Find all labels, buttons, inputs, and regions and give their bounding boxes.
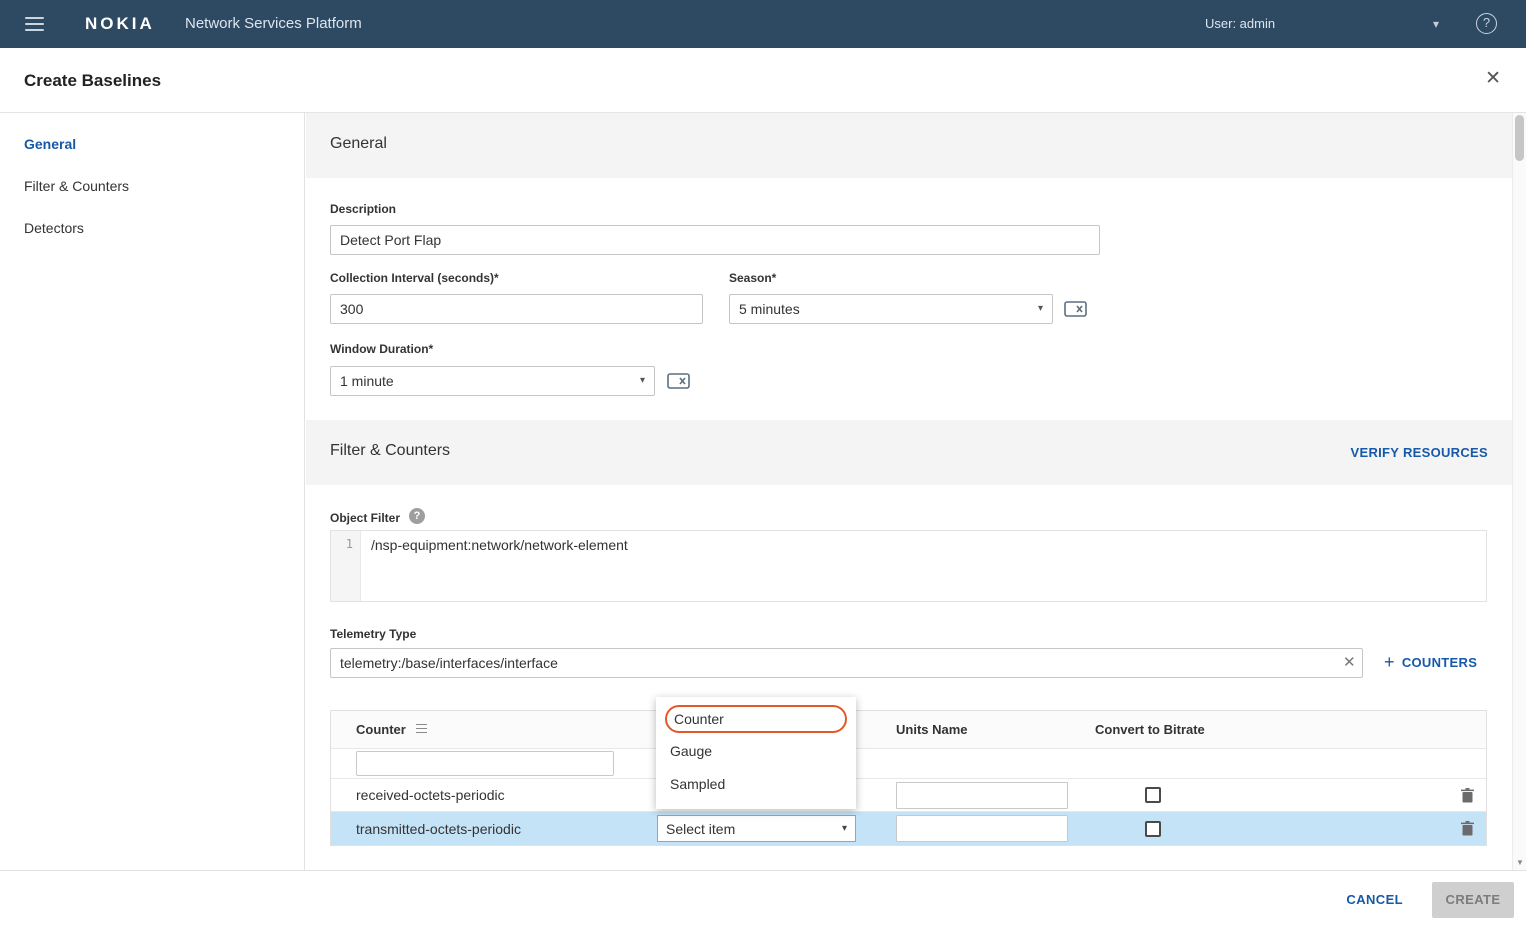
delete-row-icon[interactable]	[1461, 821, 1474, 836]
sidebar: General Filter & Counters Detectors	[0, 113, 305, 870]
column-menu-icon[interactable]	[416, 724, 427, 736]
type-select-caret-icon: ▾	[842, 823, 847, 834]
counter-filter-input[interactable]	[356, 751, 614, 776]
sidebar-item-general[interactable]: General	[0, 123, 304, 165]
description-label: Description	[330, 202, 396, 216]
units-name-input[interactable]	[896, 815, 1068, 842]
convert-bitrate-checkbox[interactable]	[1145, 821, 1161, 837]
menu-item-gauge[interactable]: Gauge	[656, 735, 856, 768]
plus-icon: +	[1384, 653, 1395, 671]
cancel-button[interactable]: CANCEL	[1346, 892, 1403, 907]
sidebar-item-detectors[interactable]: Detectors	[0, 207, 304, 249]
table-row-selected[interactable]: transmitted-octets-periodic Select item …	[331, 812, 1486, 845]
object-filter-help-icon[interactable]: ?	[409, 508, 425, 524]
type-dropdown-menu: Counter Gauge Sampled	[656, 697, 856, 809]
general-section-band: General	[306, 113, 1512, 178]
telemetry-type-input[interactable]	[330, 648, 1363, 678]
season-select[interactable]: 5 minutes ▾	[729, 294, 1053, 324]
convert-bitrate-column-header: Convert to Bitrate	[1087, 722, 1421, 737]
collection-interval-label: Collection Interval (seconds)*	[330, 271, 499, 285]
counter-column-header: Counter	[356, 722, 406, 737]
hamburger-menu-icon[interactable]	[25, 17, 44, 31]
table-filter-row	[331, 749, 1486, 779]
object-filter-editor[interactable]: 1 /nsp-equipment:network/network-element	[330, 530, 1487, 602]
object-filter-label: Object Filter	[330, 511, 400, 525]
page-header: Create Baselines ✕	[0, 48, 1526, 113]
filter-counters-section-title: Filter & Counters	[330, 442, 450, 460]
vertical-scrollbar[interactable]: ▼	[1512, 113, 1526, 870]
sidebar-item-filter-counters[interactable]: Filter & Counters	[0, 165, 304, 207]
description-input[interactable]	[330, 225, 1100, 255]
app-title: Network Services Platform	[185, 15, 362, 32]
create-button[interactable]: CREATE	[1432, 882, 1514, 918]
window-duration-select[interactable]: 1 minute ▾	[330, 366, 655, 396]
type-select[interactable]: Select item ▾	[657, 815, 856, 842]
user-menu-caret-icon[interactable]: ▾	[1433, 17, 1439, 31]
filter-counters-section-band: Filter & Counters VERIFY RESOURCES	[306, 420, 1512, 485]
type-select-placeholder: Select item	[666, 821, 735, 837]
editor-line-number: 1	[331, 531, 361, 601]
main-content: General Description Collection Interval …	[306, 113, 1512, 870]
page-title: Create Baselines	[24, 71, 161, 91]
collection-interval-input[interactable]	[330, 294, 703, 324]
season-label: Season*	[729, 271, 776, 285]
window-duration-label: Window Duration*	[330, 342, 433, 356]
footer-bar: CANCEL CREATE	[0, 870, 1526, 928]
units-name-input[interactable]	[896, 782, 1068, 809]
general-section-title: General	[330, 135, 387, 153]
object-filter-value[interactable]: /nsp-equipment:network/network-element	[361, 531, 1486, 601]
delete-row-icon[interactable]	[1461, 788, 1474, 803]
convert-bitrate-checkbox[interactable]	[1145, 787, 1161, 803]
season-selected-value: 5 minutes	[739, 301, 800, 317]
counters-table: Counter Units Name Convert to Bitrate re…	[330, 710, 1487, 846]
top-bar: NOKIA Network Services Platform User: ad…	[0, 0, 1526, 48]
nokia-logo: NOKIA	[85, 14, 155, 34]
close-icon[interactable]: ✕	[1485, 69, 1501, 88]
add-counters-button[interactable]: + COUNTERS	[1384, 653, 1477, 671]
menu-item-sampled[interactable]: Sampled	[656, 768, 856, 801]
add-counters-label: COUNTERS	[1402, 655, 1477, 670]
season-caret-icon: ▾	[1038, 295, 1043, 323]
counter-cell: transmitted-octets-periodic	[331, 821, 657, 837]
help-icon[interactable]: ?	[1476, 13, 1497, 34]
units-name-column-header: Units Name	[877, 722, 1087, 737]
counter-cell: received-octets-periodic	[331, 787, 657, 803]
telemetry-type-label: Telemetry Type	[330, 627, 416, 641]
menu-item-counter[interactable]: Counter	[665, 705, 847, 733]
scrollbar-thumb[interactable]	[1515, 115, 1524, 161]
telemetry-type-clear-icon[interactable]: ✕	[1343, 655, 1356, 670]
user-menu-label[interactable]: User: admin	[1205, 16, 1275, 31]
season-clear-icon[interactable]	[1064, 300, 1088, 323]
table-row[interactable]: received-octets-periodic	[331, 779, 1486, 812]
window-duration-clear-icon[interactable]	[667, 372, 691, 395]
scrollbar-down-arrow-icon[interactable]: ▼	[1516, 858, 1524, 867]
window-duration-caret-icon: ▾	[640, 367, 645, 395]
window-duration-selected-value: 1 minute	[340, 373, 394, 389]
table-header-row: Counter Units Name Convert to Bitrate	[331, 711, 1486, 749]
verify-resources-button[interactable]: VERIFY RESOURCES	[1351, 445, 1488, 460]
